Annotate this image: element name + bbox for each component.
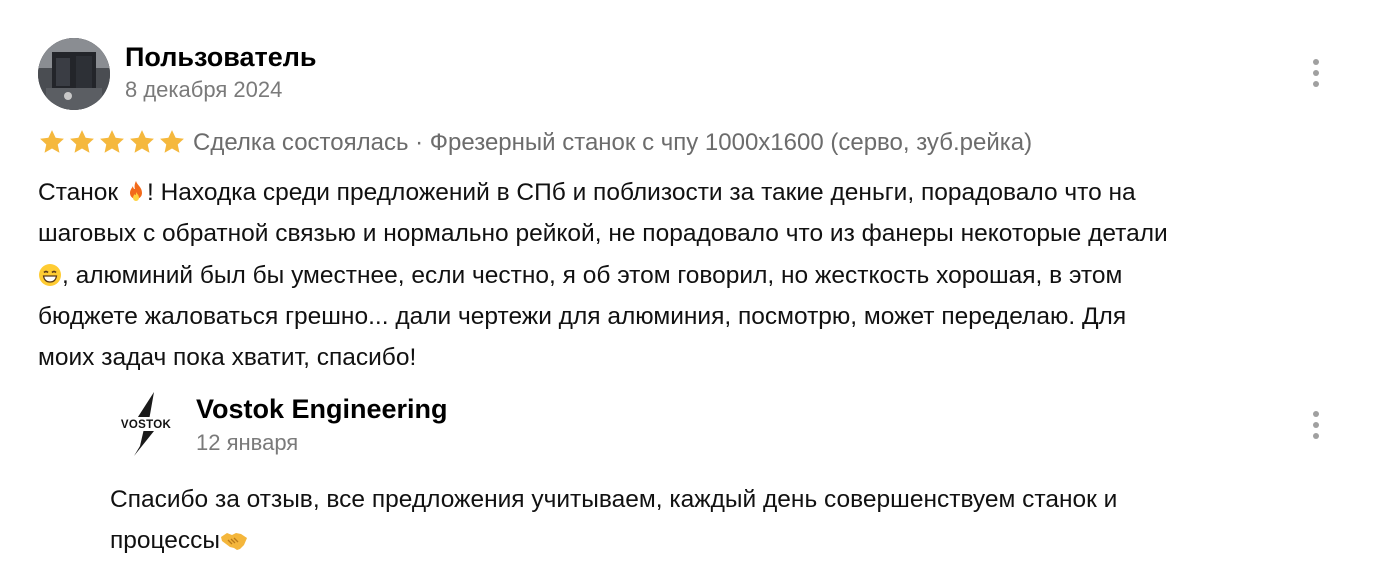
review-more-icon[interactable] [1310,59,1322,87]
star-icon [40,130,64,153]
review-date: 8 декабря 2024 [125,77,283,102]
star-icon [130,130,154,153]
review-line: , алюминий был бы уместнее, если честно,… [38,255,1348,296]
reply-date: 12 января [196,430,299,455]
star-icon [160,130,184,153]
review-line-text: ! Находка среди предложений в СПб и побл… [146,179,1136,206]
review-line: бюджете жаловаться грешно... дали чертеж… [38,302,1127,330]
user-avatar[interactable] [38,38,110,110]
reply-line: Спасибо за отзыв, все предложения учитыв… [110,486,1118,513]
review-line: шаговых с обратной связью и нормально ре… [38,220,1168,248]
reply-line-text: процессы [110,527,221,554]
review-line: моих задач пока хватит, спасибо! [38,344,417,372]
grin-emoji [39,263,61,286]
reply-text: Спасибо за отзыв, все предложения учитыв… [110,479,1310,561]
reply-line: процессы [110,520,1310,561]
fire-emoji [129,181,142,201]
star-icon [100,130,124,153]
deal-status: Сделка состоялась · Фрезерный станок с ч… [193,129,1033,156]
review-line-text: Станок [38,179,125,206]
handshake-emoji [221,533,248,550]
reply-more-icon[interactable] [1310,411,1322,439]
review-line-text: , алюминий был бы уместнее, если честно,… [62,261,1123,289]
review-text: Станок ! Находка среди предложений в СПб… [38,172,1348,378]
review-author[interactable]: Пользователь [125,40,316,74]
seller-logo-text: VOSTOK [121,419,172,431]
rating-stars [38,128,186,156]
seller-logo[interactable]: VOSTOK [110,390,182,458]
review-line: Станок ! Находка среди предложений в СПб… [38,172,1348,213]
reply-author[interactable]: Vostok Engineering [196,392,448,426]
star-icon [70,130,94,153]
